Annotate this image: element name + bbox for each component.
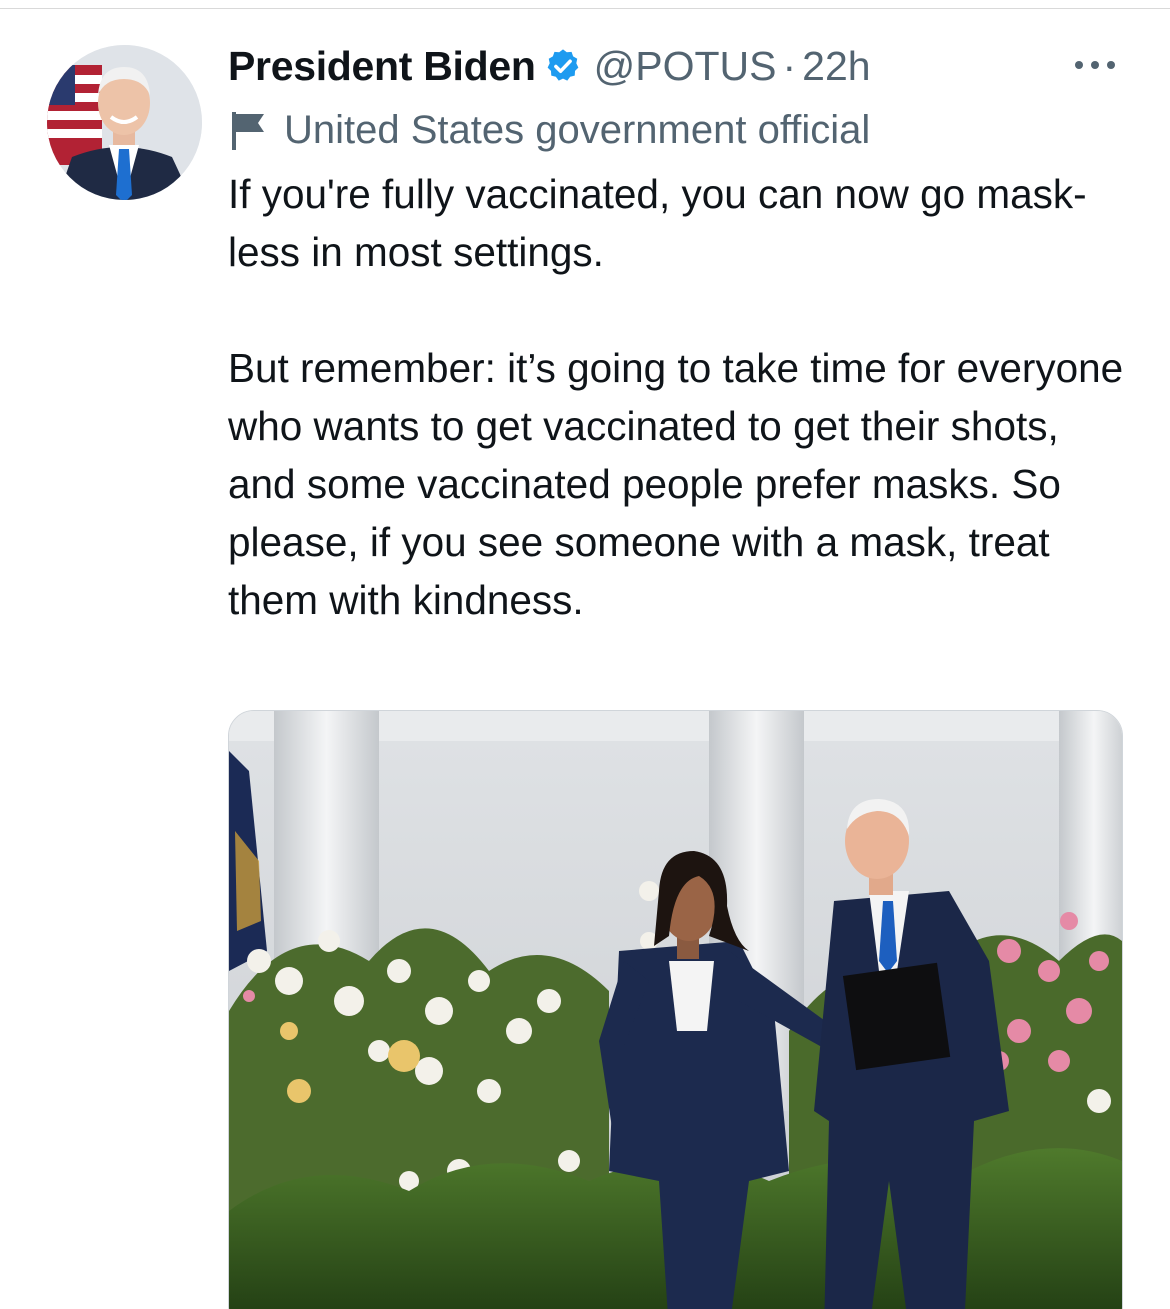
- verified-badge-icon: [547, 49, 578, 81]
- top-divider: [0, 8, 1170, 9]
- tweet-timestamp[interactable]: 22h: [802, 43, 870, 90]
- flag-icon: [232, 112, 264, 150]
- more-options-icon[interactable]: [1070, 50, 1120, 80]
- tweet-paragraph-2: But remember: it’s going to take time fo…: [228, 345, 1124, 623]
- tweet-header: President Biden @POTUS · 22h: [228, 38, 871, 94]
- garden-walk-photo-icon: [229, 711, 1122, 1309]
- account-label[interactable]: United States government official: [228, 104, 870, 156]
- separator-dot: ·: [782, 42, 797, 89]
- tweet-text: If you're fully vaccinated, you can now …: [228, 165, 1128, 629]
- author-display-name[interactable]: President Biden: [228, 43, 536, 90]
- author-handle[interactable]: @POTUS: [594, 43, 777, 90]
- avatar-portrait-icon: [47, 45, 202, 200]
- account-label-text: United States government official: [284, 107, 871, 152]
- author-avatar[interactable]: [47, 45, 202, 200]
- tweet-paragraph-1: If you're fully vaccinated, you can now …: [228, 171, 1087, 275]
- tweet-view: President Biden @POTUS · 22h United Stat…: [0, 0, 1170, 1309]
- tweet-media-photo[interactable]: [228, 710, 1123, 1309]
